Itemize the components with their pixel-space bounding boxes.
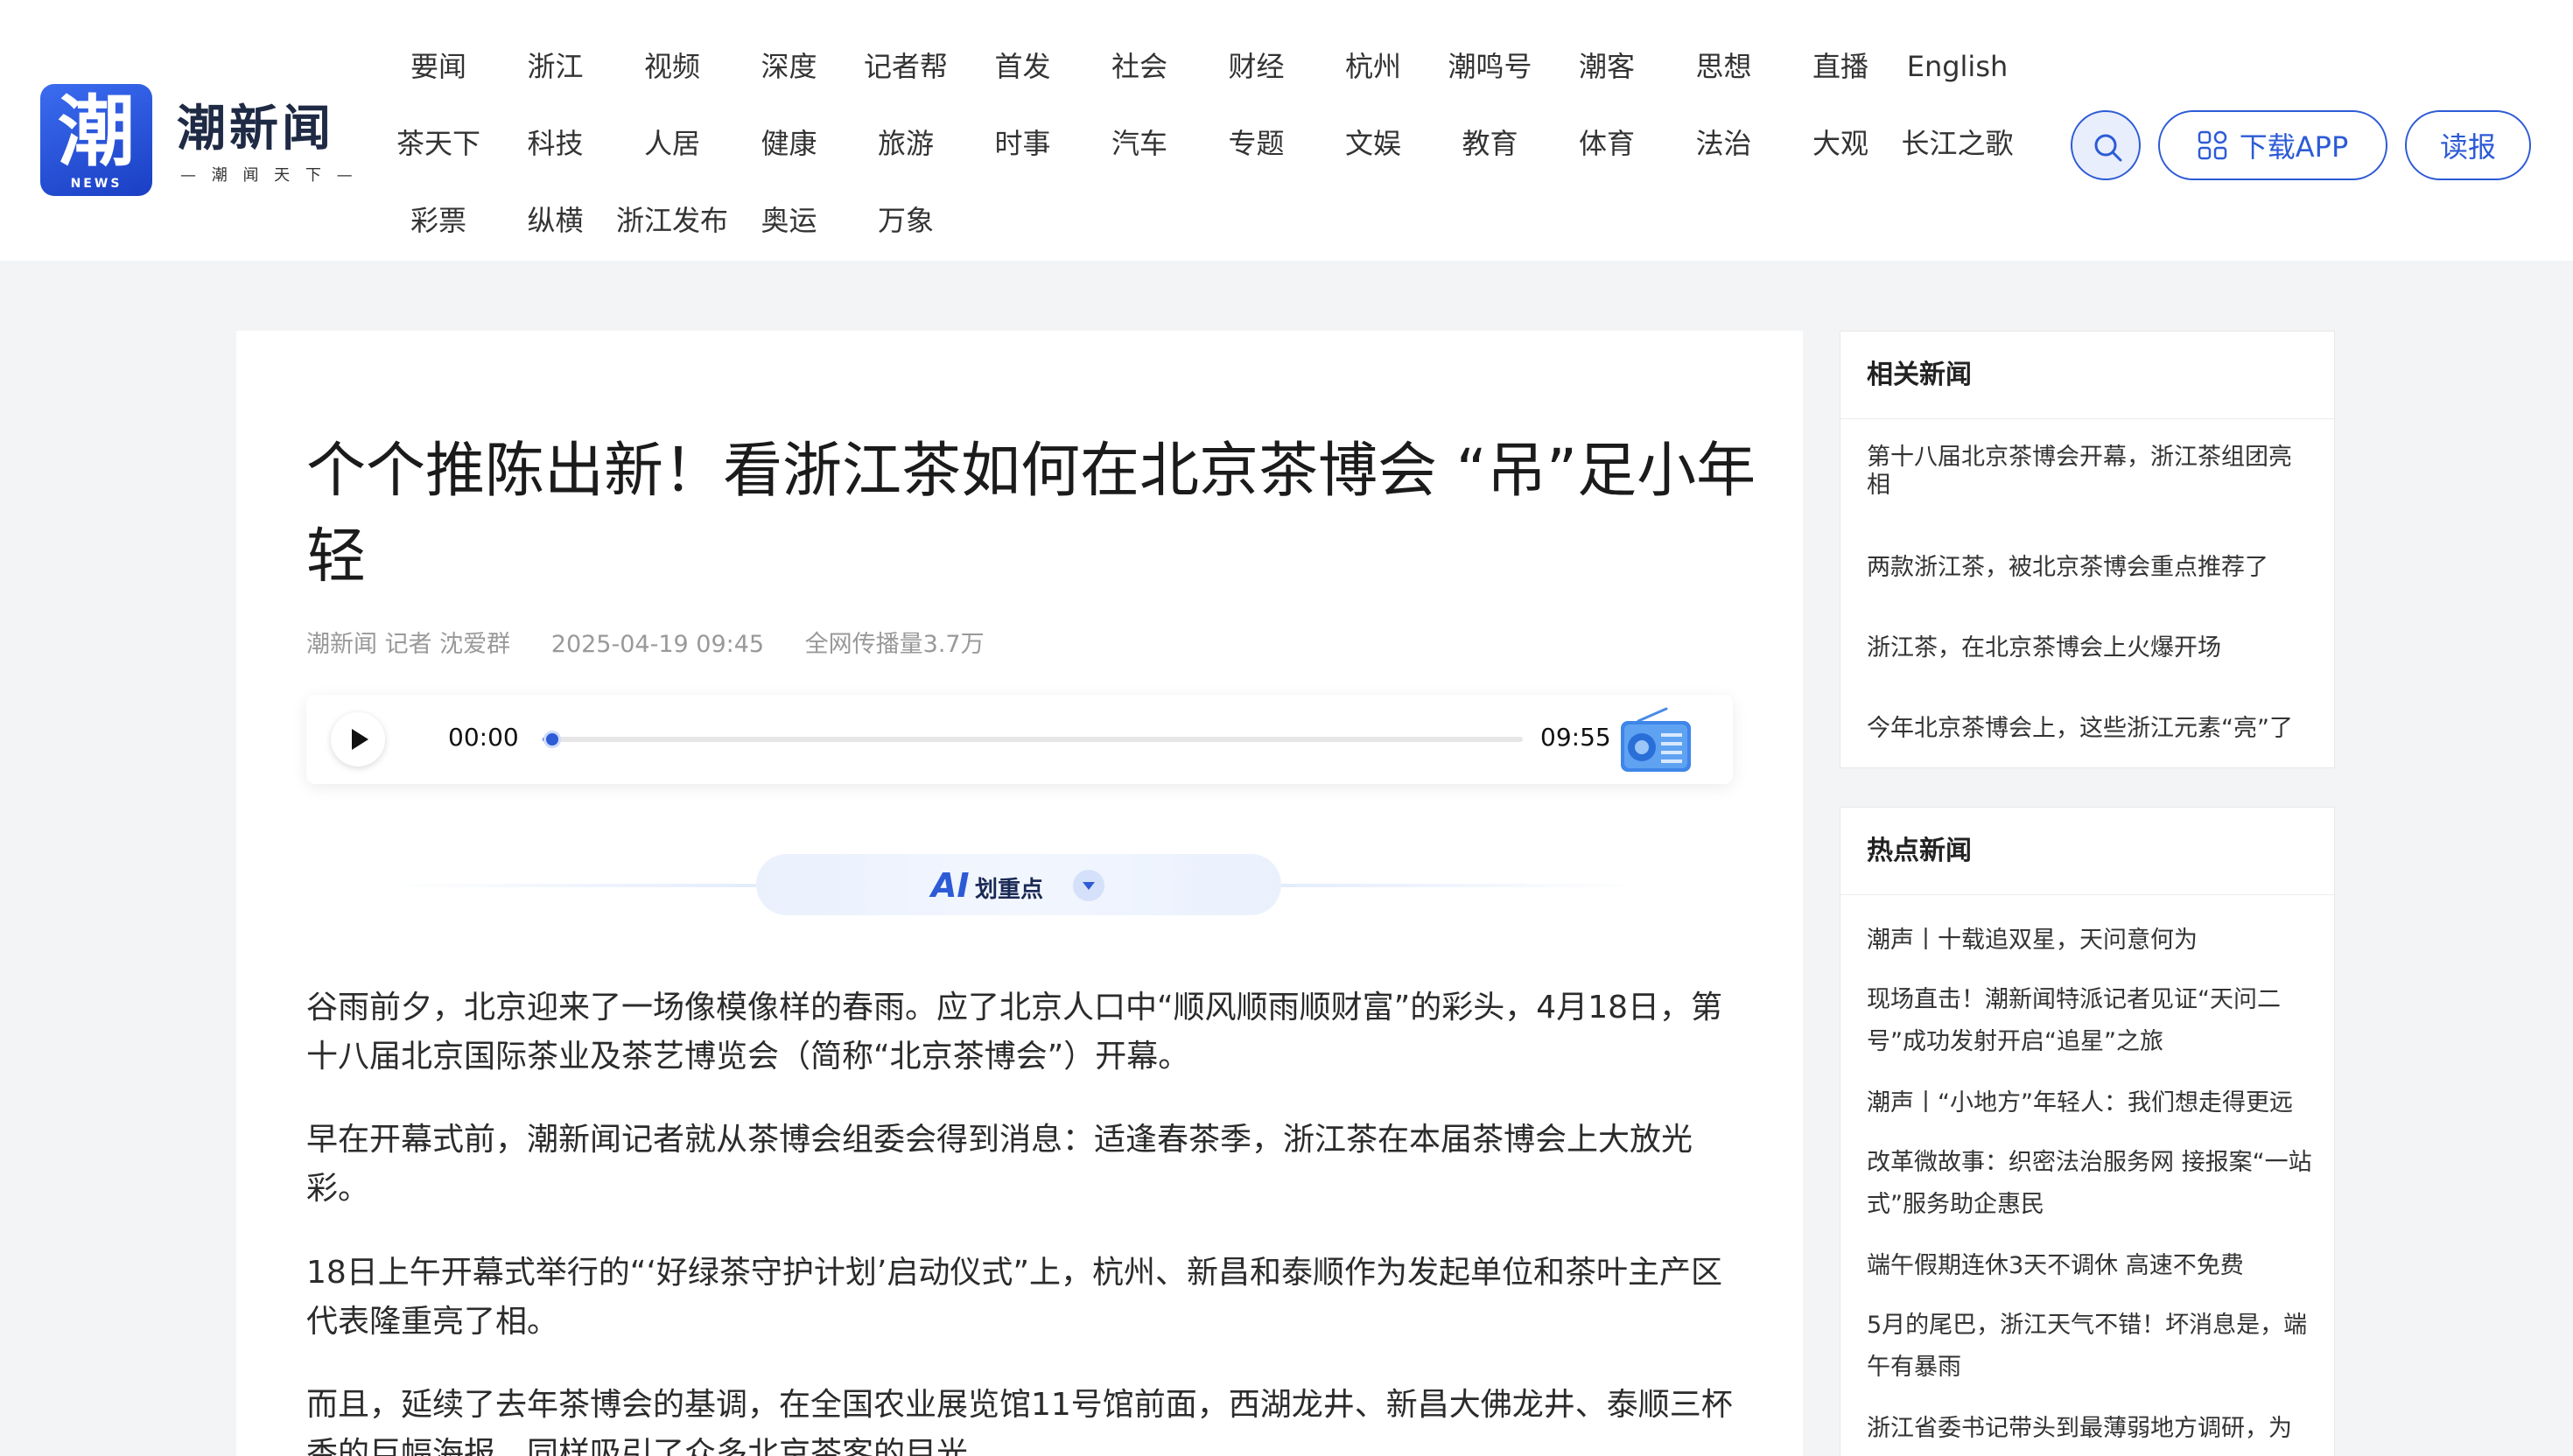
related-news-item[interactable]: 两款浙江茶，被北京茶博会重点推荐了 — [1867, 550, 2313, 585]
audio-duration: 09:55 — [1540, 723, 1611, 752]
nav-item[interactable]: 体育 — [1550, 116, 1664, 172]
hot-news-item[interactable]: 改革微故事：织密法治服务网 接报案“一站式”服务助企惠民 — [1867, 1142, 2313, 1226]
chevron-down-icon[interactable] — [1073, 870, 1104, 901]
hot-news-item[interactable]: 潮声丨十载追双星，天问意何为 — [1867, 920, 2313, 962]
logo-name: 潮新闻 — [177, 101, 334, 158]
logo-badge: 潮 NEWS — [40, 84, 152, 196]
hot-news-panel: 热点新闻 潮声丨十载追双星，天问意何为 现场直击！潮新闻特派记者见证“天问二号”… — [1840, 807, 2335, 1456]
related-news-panel: 相关新闻 第十八届北京茶博会开幕，浙江茶组团亮相 两款浙江茶，被北京茶博会重点推… — [1840, 331, 2335, 768]
article-paragraph: 早在开幕式前，潮新闻记者就从茶博会组委会得到消息：适逢春茶季，浙江茶在本届茶博会… — [306, 1122, 1693, 1207]
nav-item[interactable]: 科技 — [499, 116, 613, 172]
article-title: 个个推陈出新！看浙江茶如何在北京茶博会 “吊”足小年轻 — [306, 437, 1756, 592]
nav-item[interactable]: 浙江发布 — [615, 192, 729, 248]
ai-highlights-bar: AI 划重点 — [376, 854, 1654, 915]
download-app-button[interactable]: 下载APP — [2158, 110, 2387, 180]
article-date: 2025-04-19 09:45 — [550, 631, 765, 658]
nav-item[interactable]: 浙江 — [499, 38, 613, 94]
article-meta: 潮新闻 记者 沈爱群 2025-04-19 09:45 全网传播量3.7万 — [306, 625, 1018, 659]
hot-news-item[interactable]: 潮声丨“小地方”年轻人：我们想走得更远 — [1867, 1082, 2313, 1124]
audio-player: 00:00 09:55 — [306, 695, 1733, 784]
site-header: 潮 NEWS 潮新闻 — 潮 闻 天 下 — 要闻 浙江 视频 深度 记者帮 首发 社会 财经… — [0, 0, 2573, 261]
article-panel: 个个推陈出新！看浙江茶如何在北京茶博会 “吊”足小年轻 潮新闻 记者 沈爱群 2… — [236, 331, 1803, 1456]
nav-item[interactable]: 思想 — [1667, 38, 1781, 94]
audio-progress-handle[interactable] — [543, 731, 562, 748]
nav-item[interactable]: 文娱 — [1316, 116, 1430, 172]
nav-item[interactable]: 潮客 — [1550, 38, 1664, 94]
nav-item[interactable]: 专题 — [1200, 116, 1314, 172]
nav-item[interactable]: 茶天下 — [382, 116, 495, 172]
logo-news-tag: NEWS — [70, 177, 123, 191]
nav-item[interactable]: 人居 — [615, 116, 729, 172]
read-paper-button[interactable]: 读报 — [2405, 110, 2531, 180]
nav-item[interactable]: 财经 — [1200, 38, 1314, 94]
nav-item[interactable]: 直播 — [1784, 38, 1897, 94]
logo-slogan: — 潮 闻 天 下 — — [180, 166, 358, 185]
article-paragraph: 18日上午开幕式举行的“‘好绿茶守护计划’启动仪式”上，杭州、新昌和泰顺作为发起… — [306, 1255, 1722, 1340]
main-nav: 要闻 浙江 视频 深度 记者帮 首发 社会 财经 杭州 潮鸣号 潮客 思想 直播 English 茶天下 科技… — [382, 38, 2044, 240]
search-button[interactable] — [2071, 110, 2141, 180]
nav-item[interactable]: 纵横 — [499, 192, 613, 248]
related-news-title: 相关新闻 — [1840, 332, 2334, 419]
read-paper-label: 读报 — [2439, 130, 2496, 164]
app-grid-icon — [2198, 130, 2226, 160]
download-app-label: 下载APP — [2239, 130, 2349, 164]
nav-item[interactable]: 汽车 — [1083, 116, 1196, 172]
ai-logo: AI — [931, 866, 970, 905]
article-source: 潮新闻 记者 沈爱群 — [306, 631, 511, 658]
audio-progress-track[interactable] — [543, 731, 1523, 748]
nav-item[interactable]: 首发 — [966, 38, 1080, 94]
nav-item[interactable]: 健康 — [733, 116, 846, 172]
hot-news-item[interactable]: 浙江省委书记带头到最薄弱地方调研，为 — [1867, 1408, 2313, 1450]
nav-item[interactable]: 大观 — [1784, 116, 1897, 172]
nav-item[interactable]: 教育 — [1434, 116, 1547, 172]
radio-icon — [1621, 707, 1691, 772]
nav-item[interactable]: 杭州 — [1316, 38, 1430, 94]
nav-item[interactable]: 要闻 — [382, 38, 495, 94]
search-icon — [2094, 134, 2122, 162]
nav-item[interactable]: 长江之歌 — [1901, 116, 2015, 172]
nav-item[interactable]: 社会 — [1083, 38, 1196, 94]
nav-item[interactable]: 旅游 — [849, 116, 963, 172]
audio-current-time: 00:00 — [448, 723, 519, 752]
article-reach: 全网传播量3.7万 — [804, 631, 985, 658]
nav-item[interactable]: 深度 — [733, 38, 846, 94]
logo-glyph: 潮 — [57, 86, 135, 177]
nav-item[interactable]: 视频 — [615, 38, 729, 94]
play-button[interactable] — [331, 712, 385, 766]
article-paragraph: 谷雨前夕，北京迎来了一场像模像样的春雨。应了北京人口中“顺风顺雨顺财富”的彩头，… — [306, 990, 1723, 1074]
article-paragraph: 而且，延续了去年茶博会的基调，在全国农业展览馆11号馆前面，西湖龙井、新昌大佛龙… — [306, 1387, 1733, 1456]
nav-item[interactable]: 潮鸣号 — [1434, 38, 1547, 94]
nav-item[interactable]: 时事 — [966, 116, 1080, 172]
hot-news-item[interactable]: 5月的尾巴，浙江天气不错！坏消息是，端午有暴雨 — [1867, 1305, 2313, 1389]
related-news-item[interactable]: 浙江茶，在北京茶博会上火爆开场 — [1867, 631, 2313, 666]
ai-highlights-toggle[interactable]: AI 划重点 — [756, 854, 1281, 915]
nav-item[interactable]: 奥运 — [733, 192, 846, 248]
nav-item[interactable]: English — [1901, 38, 2015, 94]
hot-news-title: 热点新闻 — [1840, 808, 2334, 895]
play-icon — [352, 729, 368, 750]
hot-news-item[interactable]: 现场直击！潮新闻特派记者见证“天问二号”成功发射开启“追星”之旅 — [1867, 979, 2313, 1063]
nav-item[interactable]: 彩票 — [382, 192, 495, 248]
nav-item[interactable]: 记者帮 — [849, 38, 963, 94]
ai-highlights-label: 划重点 — [975, 877, 1044, 903]
hot-news-item[interactable]: 端午假期连休3天不调休 高速不免费 — [1867, 1245, 2313, 1287]
nav-item[interactable]: 法治 — [1667, 116, 1781, 172]
related-news-item[interactable]: 第十八届北京茶博会开幕，浙江茶组团亮相 — [1867, 444, 2313, 500]
site-logo[interactable]: 潮 NEWS 潮新闻 — 潮 闻 天 下 — — [40, 84, 353, 198]
nav-item[interactable]: 万象 — [849, 192, 963, 248]
related-news-item[interactable]: 今年北京茶博会上，这些浙江元素“亮”了 — [1867, 711, 2313, 746]
